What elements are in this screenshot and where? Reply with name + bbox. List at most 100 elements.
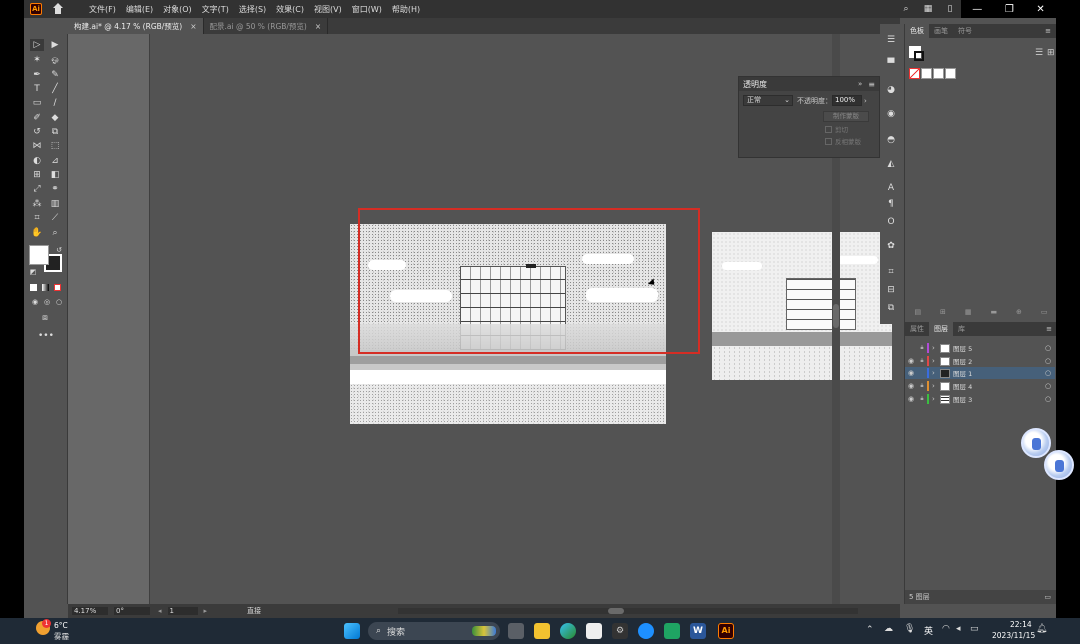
free-transform-tool-icon[interactable]: ⬚ bbox=[48, 140, 62, 152]
gradient-tool-icon[interactable]: ◧ bbox=[48, 169, 62, 181]
swatch-registration[interactable] bbox=[921, 68, 932, 79]
make-mask-button[interactable]: 制作蒙版 bbox=[823, 111, 869, 122]
paragraph-icon[interactable]: ¶ bbox=[885, 198, 897, 210]
gradient-panel-icon[interactable]: ◭ bbox=[885, 158, 897, 170]
3d-icon[interactable]: ◓ bbox=[885, 134, 897, 146]
list-view-icon[interactable]: ☰ bbox=[1035, 48, 1043, 58]
swatch-white[interactable] bbox=[933, 68, 944, 79]
store-icon[interactable] bbox=[586, 623, 602, 639]
layer-name[interactable]: 图层 1 bbox=[953, 368, 1045, 378]
direct-selection-tool-icon[interactable]: ▶ bbox=[48, 39, 62, 51]
panel-menu-icon[interactable]: ≡ bbox=[1040, 24, 1056, 38]
chevron-right-icon[interactable]: › bbox=[932, 357, 940, 365]
character-icon[interactable]: A bbox=[885, 182, 897, 194]
symbols-icon[interactable]: ✿ bbox=[885, 240, 897, 252]
new-color-group-icon[interactable]: ▬ bbox=[990, 308, 997, 316]
menu-effect[interactable]: 效果(C) bbox=[271, 4, 309, 15]
rectangle-tool-icon[interactable]: ▭ bbox=[30, 97, 44, 109]
appearance-icon[interactable]: ◕ bbox=[885, 84, 897, 96]
delete-layer-icon[interactable]: ▭ bbox=[1044, 593, 1051, 601]
next-artboard-icon[interactable]: ▸ bbox=[204, 607, 208, 615]
browser-icon[interactable] bbox=[638, 623, 654, 639]
slice-tool-icon[interactable]: ⟋ bbox=[48, 212, 62, 224]
scrollbar-thumb[interactable] bbox=[833, 304, 839, 328]
task-view-icon[interactable] bbox=[508, 623, 524, 639]
eye-icon[interactable]: ◉ bbox=[905, 369, 917, 377]
shape-builder-tool-icon[interactable]: ◐ bbox=[30, 155, 44, 167]
layer-row[interactable]: ◉ 🔒︎ › 图层 3 ○ bbox=[905, 393, 1055, 405]
line-tool-icon[interactable]: ╱ bbox=[48, 83, 62, 95]
zoom-tool-icon[interactable]: ⌕ bbox=[48, 227, 62, 239]
eye-icon[interactable]: ◉ bbox=[905, 395, 917, 403]
tab-properties[interactable]: 属性 bbox=[905, 322, 929, 336]
tab-document-1[interactable]: 构建.ai* @ 4.17 % (RGB/预览) × bbox=[68, 18, 204, 34]
new-swatch-icon[interactable]: ⊕ bbox=[1016, 308, 1022, 316]
arrange-documents-icon[interactable]: ▦ bbox=[917, 4, 939, 14]
zoom-field[interactable]: 4.17% bbox=[72, 607, 108, 615]
menu-object[interactable]: 对象(O) bbox=[158, 4, 197, 15]
lock-icon[interactable]: 🔒︎ bbox=[917, 357, 927, 365]
wifi-icon[interactable]: ◠ bbox=[942, 624, 950, 634]
eye-icon[interactable]: ◉ bbox=[905, 382, 917, 390]
floating-assistant-icon[interactable] bbox=[1021, 428, 1051, 458]
shaper-tool-icon[interactable]: ✐ bbox=[30, 112, 44, 124]
word-icon[interactable]: W bbox=[690, 623, 706, 639]
taskbar-search[interactable]: ⌕ 搜索 bbox=[368, 622, 500, 640]
screen-mode-icon[interactable]: ⧈ bbox=[38, 312, 52, 324]
transform-icon[interactable]: ⌗ bbox=[885, 266, 897, 278]
edge-icon[interactable] bbox=[560, 623, 576, 639]
symbol-sprayer-tool-icon[interactable]: ⁂ bbox=[30, 198, 44, 210]
lock-icon[interactable]: 🔒︎ bbox=[917, 344, 927, 352]
tab-libraries[interactable]: 库 bbox=[953, 322, 970, 336]
onedrive-icon[interactable]: ☁ bbox=[884, 624, 893, 634]
hand-tool-icon[interactable]: ✋ bbox=[30, 227, 44, 239]
microphone-icon[interactable]: 🎙︎ bbox=[904, 624, 915, 634]
lasso-tool-icon[interactable]: ஓ bbox=[48, 54, 62, 66]
width-tool-icon[interactable]: ⋈ bbox=[30, 140, 44, 152]
fill-swatch[interactable] bbox=[29, 245, 49, 265]
paintbrush-tool-icon[interactable]: ∕ bbox=[48, 97, 62, 109]
lock-icon[interactable]: 🔒︎ bbox=[917, 382, 927, 390]
menu-select[interactable]: 选择(S) bbox=[234, 4, 271, 15]
eyedropper-tool-icon[interactable]: ⤢ bbox=[30, 183, 44, 195]
menu-edit[interactable]: 编辑(E) bbox=[121, 4, 158, 15]
properties-icon[interactable]: ☰ bbox=[885, 34, 897, 46]
chevron-right-icon[interactable]: › bbox=[932, 382, 940, 390]
target-icon[interactable]: ○ bbox=[1045, 382, 1055, 390]
blend-mode-select[interactable]: 正常 ⌄ bbox=[743, 95, 793, 106]
lock-icon[interactable]: 🔒︎ bbox=[917, 395, 927, 403]
panel-menu-icon[interactable]: ≡ bbox=[1041, 322, 1056, 336]
target-icon[interactable]: ○ bbox=[1045, 395, 1055, 403]
draw-inside-icon[interactable]: ○ bbox=[52, 296, 66, 308]
scale-tool-icon[interactable]: ⧉ bbox=[48, 126, 62, 138]
type-tool-icon[interactable]: T bbox=[30, 83, 44, 95]
tab-symbols[interactable]: 符号 bbox=[953, 24, 977, 38]
delete-swatch-icon[interactable]: ▭ bbox=[1041, 308, 1048, 316]
battery-icon[interactable]: ▭ bbox=[970, 624, 979, 634]
close-icon[interactable]: × bbox=[190, 22, 196, 31]
pen-tool-icon[interactable]: ✒ bbox=[30, 69, 44, 81]
chevron-right-icon[interactable]: › bbox=[932, 395, 940, 403]
show-hidden-icons[interactable]: ⌃ bbox=[866, 625, 874, 635]
close-icon[interactable]: ✕ bbox=[1036, 4, 1044, 15]
selection-tool-icon[interactable]: ▷ bbox=[30, 39, 44, 51]
clip-checkbox[interactable]: 剪切 bbox=[825, 124, 879, 134]
perspective-grid-tool-icon[interactable]: ⊿ bbox=[48, 155, 62, 167]
current-stroke-swatch[interactable] bbox=[914, 51, 924, 61]
swatch-options-icon[interactable]: ▦ bbox=[965, 308, 972, 316]
show-kinds-icon[interactable]: ⊞ bbox=[940, 308, 946, 316]
graph-tool-icon[interactable]: ▥ bbox=[48, 198, 62, 210]
gradient-mode-icon[interactable] bbox=[42, 284, 49, 291]
chevron-right-icon[interactable]: › bbox=[932, 344, 940, 352]
grid-view-icon[interactable]: ⊞ bbox=[1047, 48, 1055, 58]
layer-name[interactable]: 图层 5 bbox=[953, 343, 1045, 353]
scrollbar-thumb[interactable] bbox=[608, 608, 624, 614]
menu-file[interactable]: 文件(F) bbox=[84, 4, 121, 15]
layer-row[interactable]: ◉ 🔒︎ › 图层 4 ○ bbox=[905, 380, 1055, 392]
chevron-right-icon[interactable]: › bbox=[864, 97, 867, 105]
blend-tool-icon[interactable]: ⚭ bbox=[48, 183, 62, 195]
opentype-icon[interactable]: O bbox=[885, 216, 897, 228]
close-icon[interactable]: × bbox=[315, 22, 321, 31]
align-icon[interactable]: ⊟ bbox=[885, 284, 897, 296]
notification-bell-icon[interactable]: 🔔︎ bbox=[1036, 624, 1047, 634]
